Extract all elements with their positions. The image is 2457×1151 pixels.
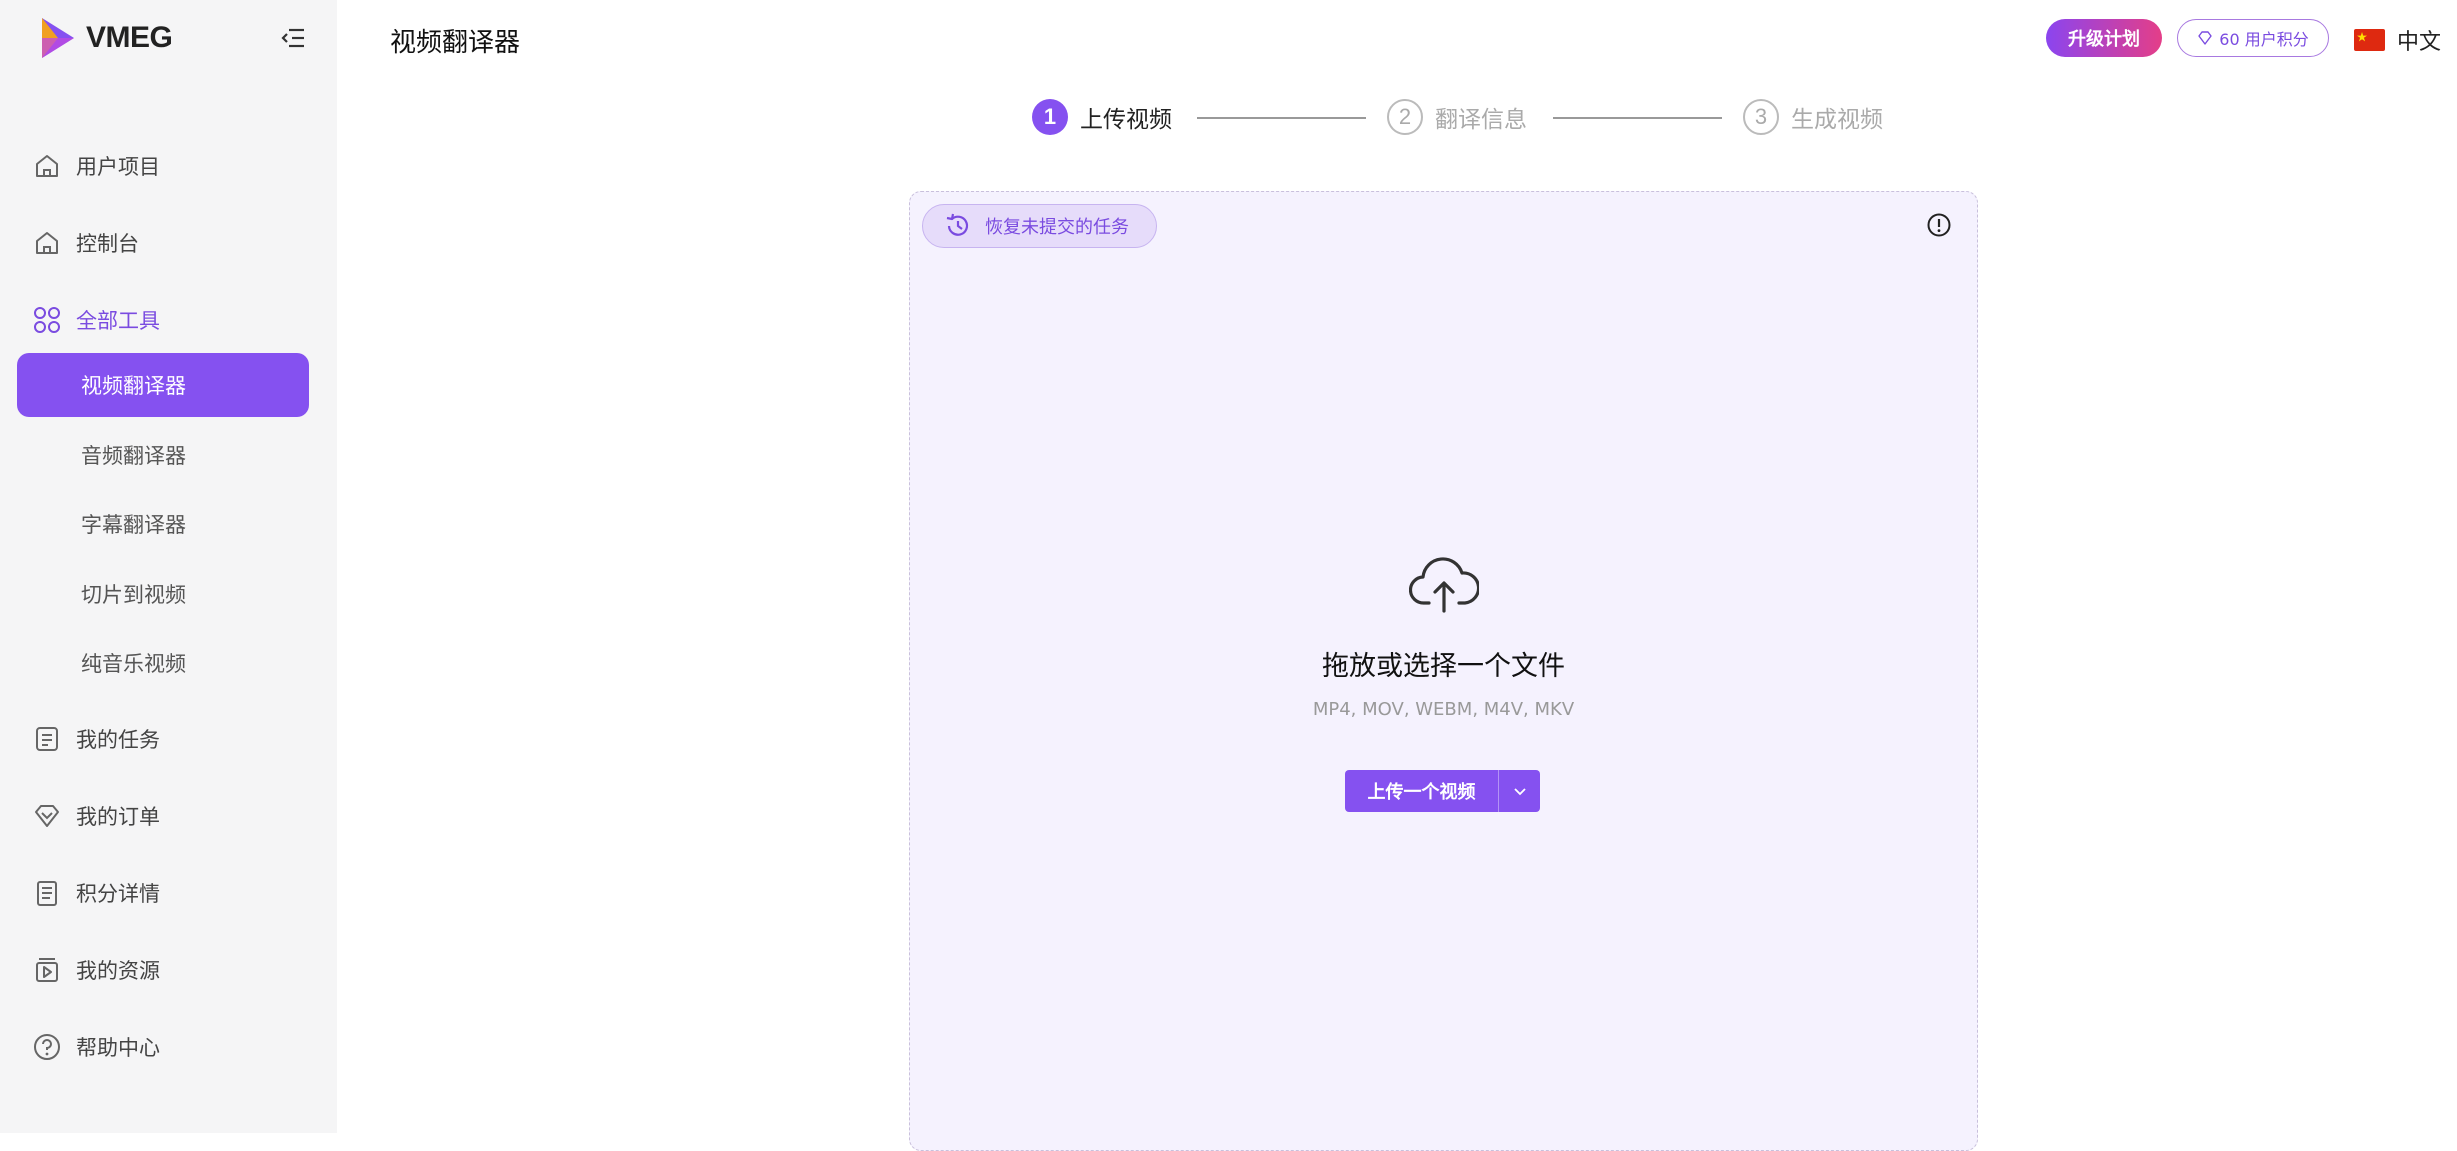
sidebar-item-label: 我的订单: [76, 805, 160, 829]
home-icon: [32, 151, 62, 181]
sidebar-item-my-resources[interactable]: 我的资源: [32, 950, 160, 990]
step-number: 3: [1743, 99, 1779, 135]
step-label: 翻译信息: [1435, 107, 1527, 133]
sidebar-item-console[interactable]: 控制台: [32, 223, 139, 263]
step-translation-info: 2 翻译信息: [1387, 98, 1527, 136]
points-label: 60 用户积分: [2219, 30, 2309, 49]
history-icon: [946, 213, 969, 236]
sidebar-item-label: 积分详情: [76, 882, 160, 906]
cloud-upload-icon: [1409, 557, 1479, 613]
grid-icon: [32, 305, 62, 335]
home-icon: [32, 228, 62, 258]
logo-icon: [42, 18, 74, 58]
upload-video-button[interactable]: 上传一个视频: [1345, 770, 1498, 812]
diamond-icon: [2198, 31, 2212, 45]
sidebar-item-label: 我的资源: [76, 959, 160, 983]
step-label: 生成视频: [1791, 107, 1883, 133]
sidebar: VMEG 用户项目 控制台 全部工具 视频翻译器 音频翻译器 字幕翻译器 切片到…: [0, 0, 337, 1133]
restore-label: 恢复未提交的任务: [985, 217, 1129, 238]
clipboard-icon: [32, 878, 62, 908]
sidebar-item-my-tasks[interactable]: 我的任务: [32, 719, 160, 759]
language-label: 中文: [2397, 30, 2442, 55]
upload-button-group: 上传一个视频: [1345, 770, 1540, 812]
sidebar-item-label: 控制台: [76, 232, 139, 256]
collapse-sidebar-icon[interactable]: [280, 26, 306, 50]
tool-clip-to-video[interactable]: 切片到视频: [17, 562, 309, 626]
upload-options-dropdown[interactable]: [1498, 770, 1540, 812]
restore-task-button[interactable]: 恢复未提交的任务: [922, 204, 1157, 248]
info-icon[interactable]: [1926, 212, 1952, 238]
sidebar-item-all-tools[interactable]: 全部工具: [32, 300, 160, 340]
step-generate-video: 3 生成视频: [1743, 98, 1883, 136]
sidebar-item-help-center[interactable]: 帮助中心: [32, 1027, 160, 1067]
chevron-down-icon: [1513, 788, 1526, 796]
vmeg-logo[interactable]: VMEG: [38, 16, 173, 60]
sidebar-item-label: 全部工具: [76, 309, 160, 333]
step-number: 2: [1387, 99, 1423, 135]
sidebar-item-label: 我的任务: [76, 728, 160, 752]
sidebar-item-user-projects[interactable]: 用户项目: [32, 146, 160, 186]
upgrade-plan-button[interactable]: 升级计划: [2046, 19, 2162, 57]
china-flag-icon: [2354, 29, 2385, 51]
step-connector: [1553, 117, 1722, 119]
page-title: 视频翻译器: [390, 28, 521, 58]
logo-text: VMEG: [86, 21, 173, 54]
sidebar-item-label: 用户项目: [76, 155, 160, 179]
diamond-icon: [32, 801, 62, 831]
user-points-button[interactable]: 60 用户积分: [2177, 19, 2329, 57]
checklist-icon: [32, 724, 62, 754]
tool-video-translator[interactable]: 视频翻译器: [17, 353, 309, 417]
tool-audio-translator[interactable]: 音频翻译器: [17, 423, 309, 487]
sidebar-item-label: 帮助中心: [76, 1036, 160, 1060]
help-icon: [32, 1032, 62, 1062]
media-icon: [32, 955, 62, 985]
language-selector[interactable]: 中文: [2354, 24, 2441, 56]
tool-subtitle-translator[interactable]: 字幕翻译器: [17, 492, 309, 556]
supported-formats: MP4, MOV, WEBM, M4V, MKV: [1312, 699, 1575, 720]
sidebar-item-points-details[interactable]: 积分详情: [32, 873, 160, 913]
dropzone-title: 拖放或选择一个文件: [1322, 651, 1565, 682]
step-label: 上传视频: [1080, 107, 1172, 133]
tool-music-video[interactable]: 纯音乐视频: [17, 631, 309, 695]
file-dropzone[interactable]: 恢复未提交的任务 拖放或选择一个文件 MP4, MOV, WEBM, M4V, …: [909, 191, 1978, 1151]
step-number: 1: [1032, 99, 1068, 135]
step-connector: [1197, 117, 1366, 119]
step-upload-video: 1 上传视频: [1032, 98, 1172, 136]
sidebar-item-my-orders[interactable]: 我的订单: [32, 796, 160, 836]
